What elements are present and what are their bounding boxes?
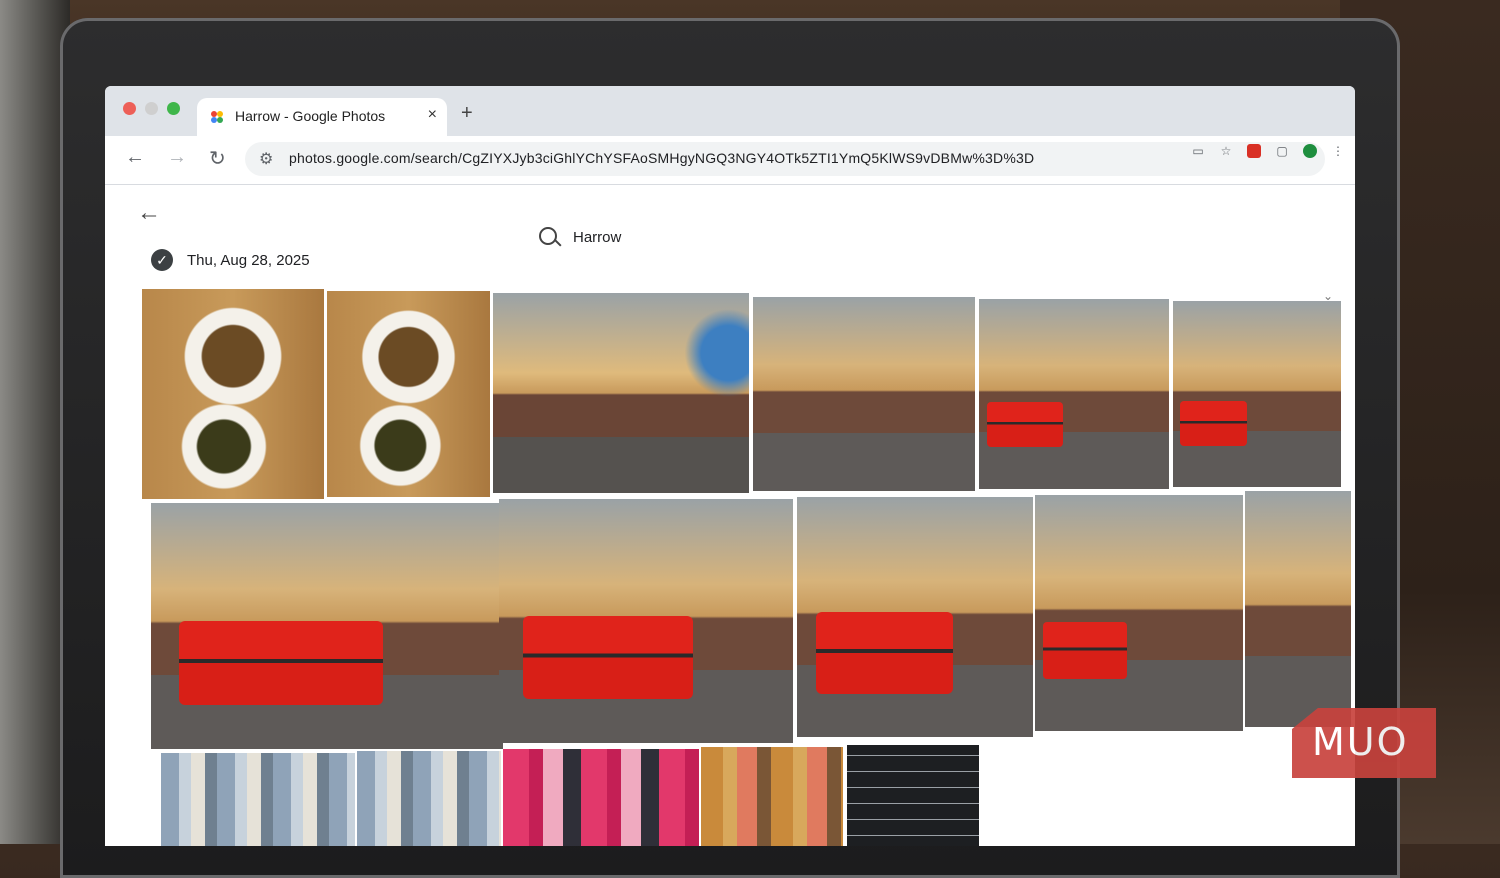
date-heading: Thu, Aug 28, 2025 [187,251,310,269]
search-icon[interactable] [539,227,557,245]
bookmark-star-icon[interactable]: ☆ [1219,144,1233,158]
reload-button[interactable]: ↻ [209,146,226,171]
photo-thumbnail[interactable] [357,751,501,846]
photo-thumbnail[interactable] [1173,301,1341,487]
close-window-button[interactable] [123,102,136,115]
site-info-icon[interactable]: ⚙ [259,149,273,169]
profile-avatar[interactable] [1303,144,1317,158]
date-group-header: ✓ Thu, Aug 28, 2025 [151,249,310,271]
browser-toolbar: ← → ↻ ⚙ photos.google.com/search/CgZIYXJ… [105,136,1355,185]
tab-strip: Harrow - Google Photos × + [105,86,1355,136]
cast-icon[interactable]: ▭ [1191,144,1205,158]
photo-thumbnail[interactable] [847,745,979,846]
back-button[interactable]: ← [125,146,145,169]
photo-thumbnail[interactable] [701,747,843,846]
select-all-check-icon[interactable]: ✓ [151,249,173,271]
laptop-screen: Harrow - Google Photos × + ← → ↻ ⚙ photo… [105,86,1355,846]
extension-icons: ▭ ☆ ▢ ⋮ [1191,144,1345,158]
tab-google-photos[interactable]: Harrow - Google Photos × [197,98,447,136]
google-photos-app: ← Harrow ✓ Thu, Aug 28, 2025 ⌄ [105,185,1355,846]
maximize-window-button[interactable] [167,102,180,115]
address-bar[interactable]: ⚙ photos.google.com/search/CgZIYXJyb3ciG… [245,142,1325,176]
photo-thumbnail[interactable] [1035,495,1243,731]
forward-button[interactable]: → [167,146,187,169]
photo-thumbnail[interactable] [753,297,975,491]
photo-thumbnail[interactable] [161,753,355,846]
watermark-text: MUO [1312,720,1409,764]
photo-thumbnail[interactable] [979,299,1169,489]
search-query[interactable]: Harrow [573,229,621,246]
url-text[interactable]: photos.google.com/search/CgZIYXJyb3ciGhl… [289,150,1034,166]
extensions-puzzle-icon[interactable]: ▢ [1275,144,1289,158]
tab-close-icon[interactable]: × [428,106,437,124]
menu-kebab-icon[interactable]: ⋮ [1331,144,1345,158]
photo-thumbnail[interactable] [142,289,324,499]
photo-thumbnail[interactable] [151,503,503,749]
extension-red-icon[interactable] [1247,144,1261,158]
back-arrow-icon[interactable]: ← [137,199,161,227]
watermark-logo: MUO [1292,708,1436,778]
photo-thumbnail[interactable] [797,497,1033,737]
photo-thumbnail[interactable] [327,291,490,497]
photo-thumbnail[interactable] [499,499,793,743]
google-photos-icon [211,111,223,123]
new-tab-button[interactable]: + [461,102,473,125]
minimize-window-button[interactable] [145,102,158,115]
photo-thumbnail[interactable] [493,293,749,493]
tab-title: Harrow - Google Photos [235,108,386,124]
photo-thumbnail[interactable] [503,749,699,846]
photo-thumbnail[interactable] [1245,491,1351,727]
search-box[interactable]: Harrow [525,219,1165,259]
